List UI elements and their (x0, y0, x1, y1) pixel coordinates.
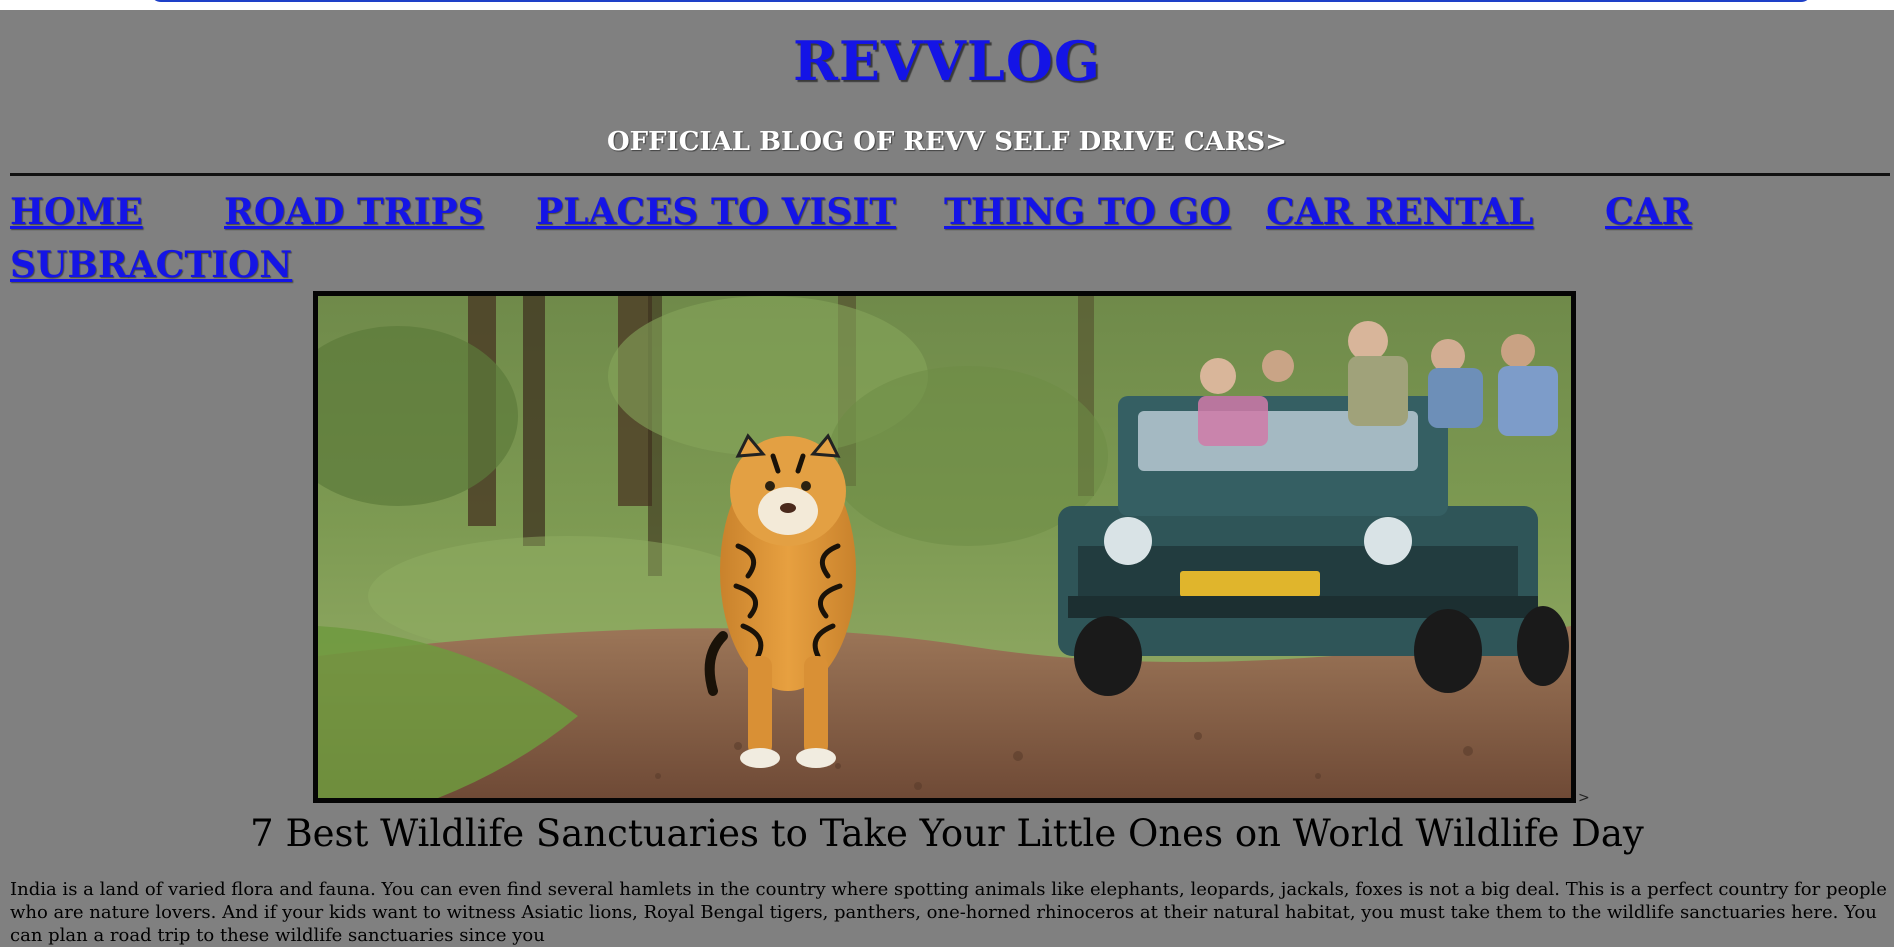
search-bar-edge[interactable] (150, 0, 1812, 2)
tiger-safari-photo-icon (318, 296, 1571, 798)
nav-road-trips[interactable]: ROAD TRIPS (224, 188, 484, 236)
nav-subraction[interactable]: SUBRACTION (10, 241, 292, 289)
hero-image (313, 291, 1576, 803)
caption-arrow-icon: > (1578, 790, 1590, 806)
nav-car[interactable]: CAR (1605, 188, 1692, 236)
nav-places-to-visit[interactable]: PLACES TO VISIT (536, 188, 896, 236)
nav-car-rental[interactable]: CAR RENTAL (1266, 188, 1533, 236)
header-divider (10, 173, 1890, 176)
site-title: REVVLOG (793, 29, 1101, 93)
post-title: 7 Best Wildlife Sanctuaries to Take Your… (250, 812, 1644, 855)
nav-thing-to-go[interactable]: THING TO GO (944, 188, 1231, 236)
post-body: India is a land of varied flora and faun… (10, 879, 1887, 946)
nav-home[interactable]: HOME (10, 188, 143, 236)
site-tagline: OFFICIAL BLOG OF REVV SELF DRIVE CARS> (606, 127, 1287, 157)
